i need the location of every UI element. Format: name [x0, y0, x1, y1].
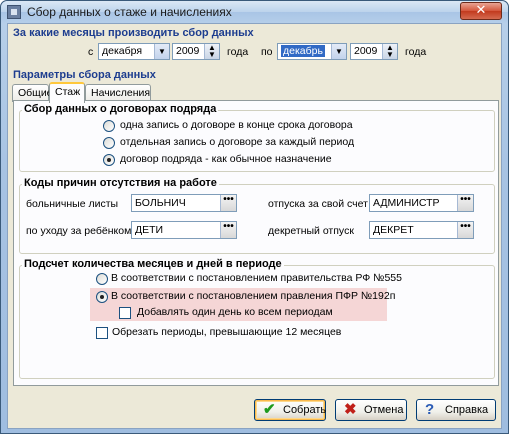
spinner-arrows-icon[interactable]: ▲ ▼ [204, 44, 219, 59]
help-button[interactable]: ? Справка [416, 399, 496, 421]
from-year-spinner[interactable]: 2009 ▲ ▼ [172, 43, 220, 60]
count-group-title: Подсчет количества месяцев и дней в пери… [22, 258, 284, 270]
params-heading: Параметры сбора данных [13, 69, 156, 81]
from-label: с [88, 46, 94, 58]
from-month-select[interactable]: декабря ▼ [98, 43, 170, 60]
sick-code-value: БОЛЬНИЧ [135, 197, 186, 209]
save-button[interactable]: ✔ Собрать [254, 399, 326, 421]
radio-contract-regular[interactable] [103, 154, 115, 166]
radio-count-555-label: В соответствии с постановлением правител… [111, 272, 402, 284]
year-word-2: года [405, 46, 427, 58]
maternity-code-field[interactable]: ДЕКРЕТ ••• [369, 221, 474, 239]
contracts-group-title: Сбор данных о договорах подряда [22, 103, 219, 115]
cross-icon: ✖ [344, 401, 357, 418]
radio-count-192[interactable] [96, 291, 108, 303]
save-button-label: Собрать [283, 404, 327, 416]
tab-seniority[interactable]: Стаж [49, 82, 85, 103]
ellipsis-icon[interactable]: ••• [457, 222, 473, 238]
sick-code-field[interactable]: БОЛЬНИЧ ••• [131, 194, 237, 212]
maternity-label: декретный отпуск [268, 225, 354, 237]
own-leave-label: отпуска за свой счет [268, 198, 368, 210]
add-day-label: Добавлять один день ко всем периодам [137, 306, 333, 318]
to-month-select[interactable]: декабрь ▼ [277, 43, 347, 60]
from-month-value: декабря [102, 45, 143, 57]
add-day-checkbox[interactable] [119, 307, 131, 319]
checkmark-icon: ✔ [263, 401, 276, 418]
childcare-code-value: ДЕТИ [135, 224, 164, 236]
radio-contract-regular-label: договор подряда - как обычное назначение [120, 153, 332, 165]
sick-label: больничные листы [26, 198, 119, 210]
cancel-button[interactable]: ✖ Отмена [335, 399, 407, 421]
help-button-label: Справка [445, 404, 489, 416]
dialog-body: За какие месяцы производить сбор данных … [7, 23, 502, 429]
to-year-value: 2009 [354, 45, 378, 57]
period-heading: За какие месяцы производить сбор данных [13, 27, 254, 39]
own-leave-code-field[interactable]: АДМИНИСТР ••• [369, 194, 474, 212]
ellipsis-icon[interactable]: ••• [220, 222, 236, 238]
ellipsis-icon[interactable]: ••• [220, 195, 236, 211]
radio-contract-each-period[interactable] [103, 137, 115, 149]
radio-contract-end[interactable] [103, 120, 115, 132]
maternity-code-value: ДЕКРЕТ [373, 224, 414, 236]
to-month-value: декабрь [281, 45, 325, 57]
to-label: по [261, 46, 273, 58]
radio-contract-each-period-label: отдельная запись о договоре за каждый пе… [120, 136, 355, 148]
radio-contract-end-label: одна запись о договоре в конце срока дог… [120, 119, 353, 131]
title-bar[interactable]: Сбор данных о стаже и начислениях ✕ [1, 1, 508, 23]
spinner-arrows-icon[interactable]: ▲ ▼ [382, 44, 397, 59]
question-icon: ? [425, 401, 435, 418]
absence-group-title: Коды причин отсутствия на работе [22, 177, 219, 189]
radio-count-192-label: В соответствии с постановлением правлени… [111, 290, 396, 302]
cancel-button-label: Отмена [364, 404, 404, 416]
radio-count-555[interactable] [96, 273, 108, 285]
childcare-label: по уходу за ребёнком [26, 225, 132, 237]
year-word-1: года [227, 46, 249, 58]
close-button[interactable]: ✕ [460, 2, 502, 20]
to-year-spinner[interactable]: 2009 ▲ ▼ [350, 43, 398, 60]
childcare-code-field[interactable]: ДЕТИ ••• [131, 221, 237, 239]
ellipsis-icon[interactable]: ••• [457, 195, 473, 211]
tab-panel-seniority: Сбор данных о договорах подряда одна зап… [13, 100, 499, 386]
dialog-window: Сбор данных о стаже и начислениях ✕ За к… [0, 0, 509, 434]
window-title: Сбор данных о стаже и начислениях [27, 5, 232, 19]
app-icon [7, 5, 21, 19]
chevron-down-icon[interactable]: ▼ [154, 44, 169, 59]
own-leave-code-value: АДМИНИСТР [373, 197, 440, 209]
trim-periods-label: Обрезать периоды, превышающие 12 месяцев [112, 326, 342, 338]
chevron-down-icon[interactable]: ▼ [331, 44, 346, 59]
trim-periods-checkbox[interactable] [96, 327, 108, 339]
from-year-value: 2009 [176, 45, 200, 57]
